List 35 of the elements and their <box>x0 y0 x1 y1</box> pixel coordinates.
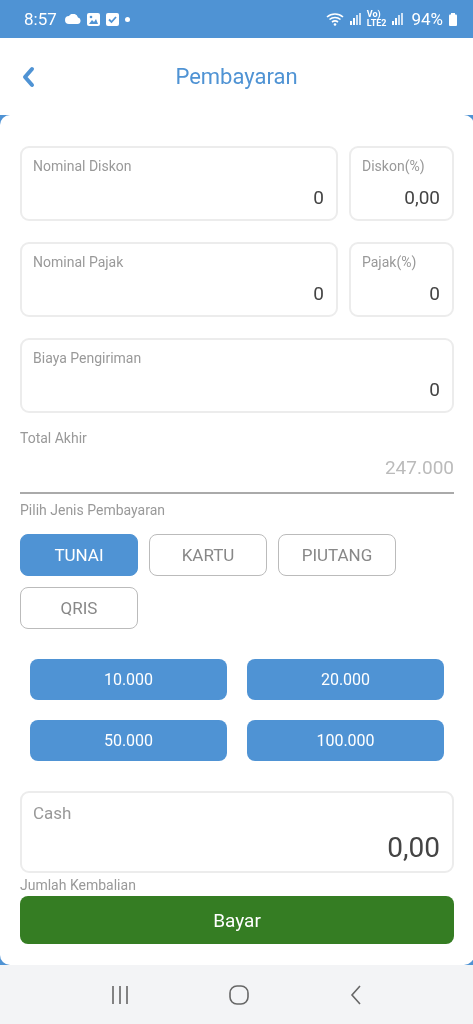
input-field[interactable]: Nominal Pajak 0 <box>20 242 338 317</box>
amount-button[interactable]: 100.000 <box>247 720 444 761</box>
battery-percent: 94% <box>411 9 443 29</box>
image-icon <box>86 12 100 26</box>
total-value: 247.000 <box>384 456 454 479</box>
back-nav-icon[interactable] <box>349 984 364 1005</box>
back-icon[interactable] <box>21 66 35 88</box>
payment-type-button[interactable]: QRIS <box>20 587 138 629</box>
change-label: Jumlah Kembalian <box>20 877 137 893</box>
checkbox-icon <box>105 12 119 26</box>
battery-icon <box>449 12 457 26</box>
page-title: Pembayaran <box>175 64 298 89</box>
wifi-icon <box>325 12 344 26</box>
pay-button[interactable]: Bayar <box>20 896 454 944</box>
payment-type-button[interactable]: KARTU <box>149 534 267 576</box>
input-field[interactable]: Pajak(%) 0 <box>349 242 454 317</box>
amount-button[interactable]: 50.000 <box>30 720 227 761</box>
total-label: Total Akhir <box>20 430 88 446</box>
recent-apps-icon[interactable] <box>109 984 130 1005</box>
cash-field[interactable]: Cash 0,00 <box>20 791 454 873</box>
signal-icon <box>392 13 404 25</box>
status-time: 8:57 <box>24 9 57 29</box>
amount-button[interactable]: 10.000 <box>30 659 227 700</box>
payment-type-button[interactable]: PIUTANG <box>278 534 396 576</box>
input-field[interactable]: Nominal Diskon 0 <box>20 146 338 221</box>
network-label: Vo) LTE2 <box>366 10 387 28</box>
amount-button[interactable]: 20.000 <box>247 659 444 700</box>
dot-icon <box>124 16 130 22</box>
cloud-icon <box>64 14 81 24</box>
input-field[interactable]: Biaya Pengiriman 0 <box>20 338 454 413</box>
input-field[interactable]: Diskon(%) 0,00 <box>349 146 454 221</box>
home-icon[interactable] <box>229 984 250 1005</box>
payment-type-label: Pilih Jenis Pembayaran <box>20 502 166 518</box>
payment-type-button[interactable]: TUNAI <box>20 534 138 576</box>
signal-icon <box>349 13 361 25</box>
